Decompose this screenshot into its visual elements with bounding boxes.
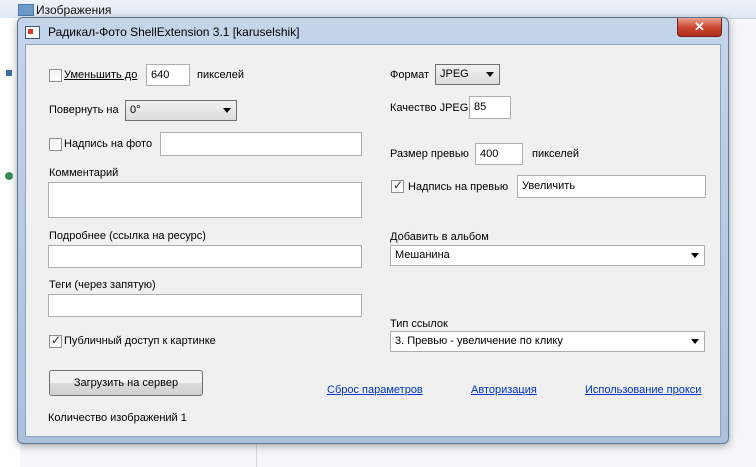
resize-checkbox[interactable]	[49, 69, 62, 82]
preview-caption-label: Надпись на превью	[408, 181, 509, 193]
rotate-value: 0°	[130, 104, 141, 116]
auth-link[interactable]: Авторизация	[471, 384, 537, 396]
network-icon	[5, 172, 13, 180]
format-value: JPEG	[440, 68, 469, 80]
caption-label: Надпись на фото	[64, 138, 153, 150]
explorer-title: Изображения	[36, 3, 112, 17]
close-button[interactable]: ✕	[677, 18, 722, 37]
chevron-down-icon	[486, 72, 494, 77]
caption-checkbox[interactable]	[49, 138, 62, 151]
more-label: Подробнее (ссылка на ресурс)	[49, 230, 206, 242]
link-type-select[interactable]: 3. Превью - увеличение по клику	[390, 331, 705, 352]
preview-caption-input[interactable]: Увеличить	[517, 175, 706, 198]
image-count: Количество изображений 1	[48, 412, 187, 424]
rotate-select[interactable]: 0°	[125, 100, 237, 121]
upload-button[interactable]: Загрузить на сервер	[49, 370, 203, 396]
quality-label: Качество JPEG	[390, 102, 469, 114]
resize-input[interactable]: 640	[146, 64, 190, 86]
folder-icon	[18, 4, 34, 16]
chevron-down-icon	[223, 108, 231, 113]
format-select[interactable]: JPEG	[435, 64, 500, 85]
resize-unit: пикселей	[197, 69, 244, 81]
quality-input[interactable]: 85	[469, 96, 511, 119]
preview-caption-checkbox[interactable]	[391, 178, 404, 193]
window-title: Радикал-Фото ShellExtension 3.1 [karusel…	[48, 25, 300, 39]
chevron-down-icon	[691, 253, 699, 258]
tags-label: Теги (через запятую)	[49, 279, 156, 291]
app-icon	[25, 26, 40, 39]
dialog-client: Уменьшить до 640 пикселей Повернуть на 0…	[25, 44, 721, 437]
preview-size-label: Размер превью	[390, 148, 469, 160]
album-select[interactable]: Мешанина	[390, 245, 705, 266]
album-label: Добавить в альбом	[390, 231, 489, 243]
reset-link[interactable]: Сброс параметров	[327, 384, 423, 396]
album-value: Мешанина	[395, 249, 450, 261]
more-input[interactable]	[48, 245, 362, 268]
link-type-label: Тип ссылок	[390, 318, 448, 330]
drive-icon	[6, 70, 12, 76]
public-checkbox[interactable]	[49, 333, 62, 348]
explorer-divider	[256, 440, 257, 467]
link-type-value: 3. Превью - увеличение по клику	[395, 335, 563, 347]
preview-size-unit: пикселей	[532, 148, 579, 160]
caption-input[interactable]	[160, 132, 362, 156]
comment-textarea[interactable]	[48, 182, 362, 218]
proxy-link[interactable]: Использование прокси	[585, 384, 701, 396]
resize-label: Уменьшить до	[64, 69, 138, 81]
radikal-dialog: Радикал-Фото ShellExtension 3.1 [karusel…	[17, 17, 729, 444]
format-label: Формат	[390, 69, 430, 81]
rotate-label: Повернуть на	[49, 104, 119, 116]
public-label: Публичный доступ к картинке	[64, 335, 216, 347]
tags-input[interactable]	[48, 294, 362, 317]
comment-label: Комментарий	[49, 167, 119, 179]
preview-size-input[interactable]: 400	[475, 143, 523, 165]
close-icon: ✕	[694, 19, 705, 34]
chevron-down-icon	[691, 339, 699, 344]
